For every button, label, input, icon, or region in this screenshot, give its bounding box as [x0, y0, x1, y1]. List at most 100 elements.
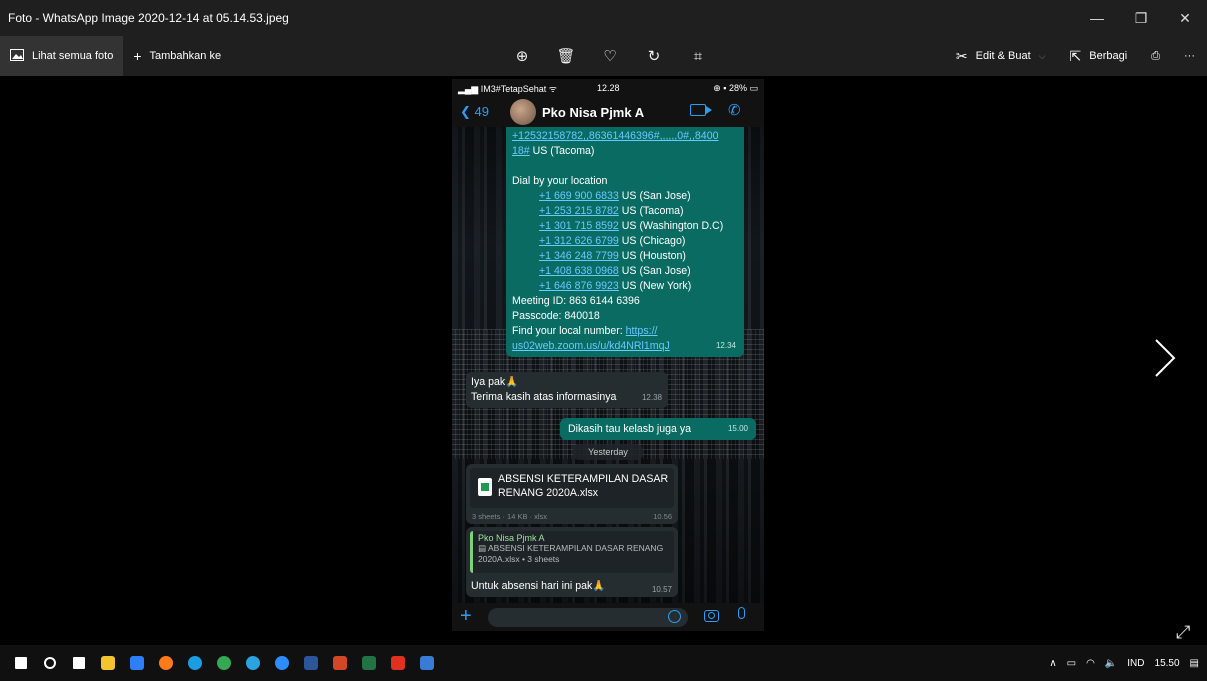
excel-file-icon: [478, 478, 492, 496]
edit-create-button[interactable]: ✂ Edit & Buat ⌵: [944, 36, 1058, 76]
dial-number-row: +1 408 638 0968 US (San Jose): [539, 265, 691, 277]
see-all-photos-button[interactable]: Lihat semua foto: [0, 36, 124, 76]
message-time: 15.00: [727, 424, 748, 433]
fullscreen-expand-icon[interactable]: ⤢: [1176, 622, 1190, 643]
more-icon: ···: [1184, 50, 1195, 62]
battery-tray-icon[interactable]: ▭: [1067, 658, 1076, 669]
message-line: Iya pak🙏: [471, 376, 519, 388]
dial-heading: Dial by your location: [512, 175, 608, 187]
crop-icon[interactable]: ⌗: [676, 48, 720, 65]
attach-plus-icon: +: [460, 605, 472, 627]
restore-button[interactable]: ❐: [1119, 0, 1163, 36]
excel-icon[interactable]: [356, 645, 382, 681]
windows-start-icon[interactable]: [8, 645, 34, 681]
zoom-icon[interactable]: [269, 645, 295, 681]
contact-name: Pko Nisa Pjmk A: [542, 104, 645, 120]
phone-call-icon: ✆: [728, 102, 741, 119]
next-photo-arrow[interactable]: [1152, 338, 1178, 378]
telegram-icon[interactable]: [240, 645, 266, 681]
search-icon[interactable]: [37, 645, 63, 681]
avatar: [510, 99, 536, 125]
close-button[interactable]: ✕: [1163, 0, 1207, 36]
volume-icon[interactable]: 🔈: [1105, 658, 1117, 669]
quoted-reply-message: Pko Nisa Pjmk A ▤ ABSENSI KETERAMPILAN D…: [466, 527, 678, 597]
store-icon[interactable]: [124, 645, 150, 681]
more-options-button[interactable]: ···: [1172, 36, 1207, 76]
delete-icon[interactable]: 🗑: [544, 47, 588, 65]
firefox-icon[interactable]: [153, 645, 179, 681]
notification-icon[interactable]: ▤: [1190, 658, 1199, 669]
sticker-icon: [668, 610, 681, 623]
system-tray: ∧ ▭ ◠ 🔈 IND 15.50 ▤: [1039, 645, 1199, 681]
file-attachment-message: ABSENSI KETERAMPILAN DASAR RENANG 2020A.…: [466, 464, 678, 524]
acrobat-icon[interactable]: [385, 645, 411, 681]
edit-create-label: Edit & Buat: [975, 50, 1031, 62]
see-all-photos-label: Lihat semua foto: [32, 50, 114, 62]
windows-taskbar: ∧ ▭ ◠ 🔈 IND 15.50 ▤: [0, 645, 1207, 681]
file-explorer-icon[interactable]: [95, 645, 121, 681]
chrome-icon[interactable]: [211, 645, 237, 681]
quoted-text: ▤ ABSENSI KETERAMPILAN DASAR RENANG 2020…: [478, 543, 664, 564]
whatsapp-screenshot: ▂▄▆ IM3#TetapSehat ᯤ 12.28 ⊕ ▪ 28% ▭ ❮ 4…: [452, 79, 764, 631]
photo-gallery-icon: [10, 48, 24, 64]
photos-icon[interactable]: [414, 645, 440, 681]
word-icon[interactable]: [298, 645, 324, 681]
phone-status-bar: ▂▄▆ IM3#TetapSehat ᯤ 12.28 ⊕ ▪ 28% ▭: [452, 79, 764, 97]
zoom-invite-message: +12532158782,,86361446396#,,,,,,0#,,8400…: [506, 127, 744, 357]
tray-overflow-icon[interactable]: ∧: [1049, 658, 1056, 669]
share-button[interactable]: ⇱ Berbagi: [1058, 36, 1140, 76]
camera-icon: [704, 610, 719, 622]
powerpoint-icon[interactable]: [327, 645, 353, 681]
language-indicator[interactable]: IND: [1127, 658, 1144, 669]
zoom-in-icon[interactable]: ⊕: [500, 47, 544, 65]
back-button[interactable]: ❮ 49: [460, 104, 489, 120]
message-text: Dikasih tau kelasb juga ya: [568, 423, 692, 435]
edge-icon[interactable]: [182, 645, 208, 681]
photo-viewer: ▂▄▆ IM3#TetapSehat ᯤ 12.28 ⊕ ▪ 28% ▭ ❮ 4…: [0, 76, 1207, 645]
dial-number-row: +1 646 876 9923 US (New York): [539, 280, 692, 292]
microphone-icon: [738, 607, 745, 619]
add-to-button[interactable]: + Tambahkan ke: [123, 36, 231, 76]
find-local-label: Find your local number:: [512, 325, 623, 337]
rotate-icon[interactable]: ↻: [632, 47, 676, 65]
favorite-icon[interactable]: ♡: [588, 47, 632, 65]
print-button[interactable]: ⎙: [1139, 36, 1172, 76]
task-view-icon[interactable]: [66, 645, 92, 681]
message-time: 12.38: [641, 393, 662, 402]
wifi-icon[interactable]: ◠: [1086, 658, 1095, 669]
quoted-name: Pko Nisa Pjmk A: [478, 533, 545, 543]
window-controls: — ❐ ✕: [1075, 0, 1207, 36]
phone-clock: 12.28: [597, 83, 620, 93]
message-line: Terima kasih atas informasinya: [471, 391, 617, 403]
file-box: ABSENSI KETERAMPILAN DASAR RENANG 2020A.…: [470, 468, 674, 508]
dial-number-row: +1 312 626 6799 US (Chicago): [539, 235, 686, 247]
chevron-down-icon: ⌵: [1038, 50, 1046, 61]
document-icon: ▤: [478, 543, 488, 553]
share-label: Berbagi: [1089, 50, 1128, 62]
chat-header: ❮ 49 Pko Nisa Pjmk A ✆: [452, 97, 764, 127]
message-time: 12.34: [715, 341, 736, 350]
find-local-link: https://: [625, 325, 658, 337]
dial-number-row: +1 669 900 6833 US (San Jose): [539, 190, 691, 202]
taskbar-apps: [8, 645, 443, 681]
clock[interactable]: 15.50: [1155, 658, 1180, 669]
battery-indicator: ⊕ ▪ 28% ▭: [713, 82, 758, 93]
dial-location: US (Tacoma): [532, 145, 595, 157]
message-composer: +: [452, 603, 764, 631]
sent-message: Dikasih tau kelasb juga ya 15.00: [560, 418, 756, 440]
meeting-id: Meeting ID: 863 6144 6396: [512, 295, 640, 307]
window-title: Foto - WhatsApp Image 2020-12-14 at 05.1…: [8, 11, 289, 25]
reply-thanks-message: Iya pak🙏 Terima kasih atas informasinya …: [466, 372, 668, 408]
quoted-block: Pko Nisa Pjmk A ▤ ABSENSI KETERAMPILAN D…: [470, 531, 674, 573]
share-icon: ⇱: [1069, 47, 1082, 64]
message-input: [488, 608, 688, 627]
file-meta: 3 sheets · 14 KB · xlsx: [472, 512, 548, 521]
dial-number-row: +1 253 215 8782 US (Tacoma): [539, 205, 684, 217]
minimize-button[interactable]: —: [1075, 0, 1119, 36]
passcode: Passcode: 840018: [512, 310, 600, 322]
print-icon: ⎙: [1151, 49, 1160, 62]
title-bar: Foto - WhatsApp Image 2020-12-14 at 05.1…: [0, 0, 1207, 36]
message-time: 10.57: [651, 585, 672, 594]
edit-scissors-icon: ✂: [955, 47, 968, 64]
file-name: ABSENSI KETERAMPILAN DASAR RENANG 2020A.…: [498, 473, 669, 499]
